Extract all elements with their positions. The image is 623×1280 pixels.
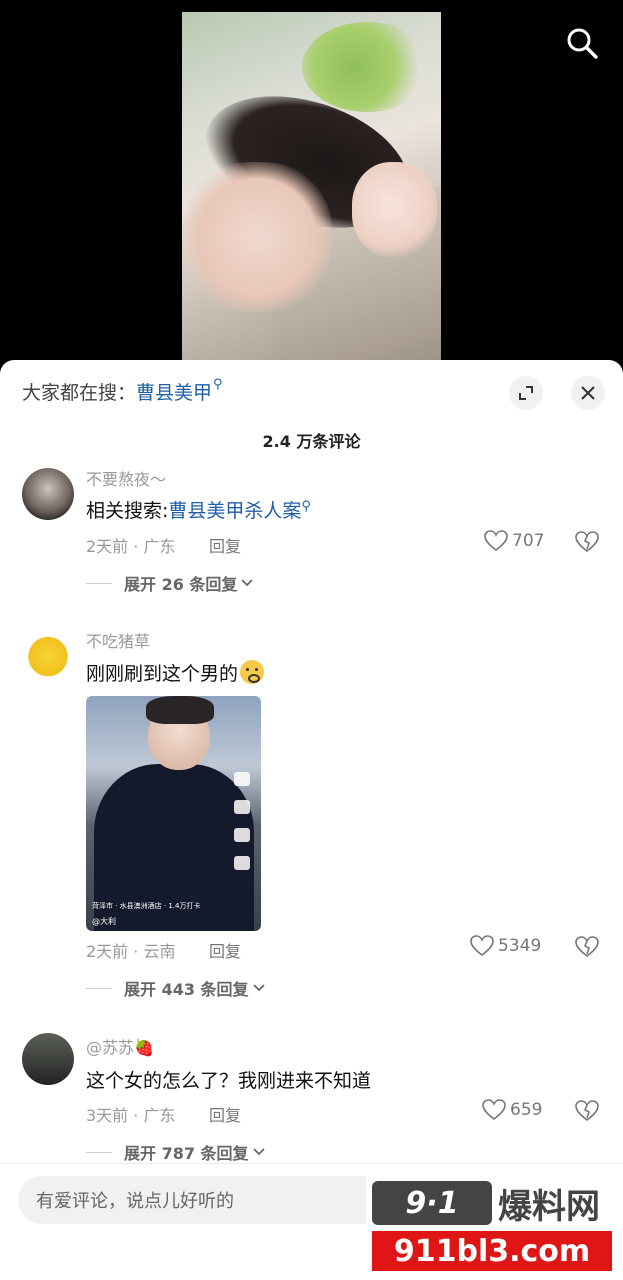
hot-search-prefix: 大家都在搜：: [22, 382, 137, 404]
hot-search-bar[interactable]: 大家都在搜： 曹县美甲 ⚲: [22, 377, 223, 405]
expand-replies-label: 展开 443 条回复: [124, 980, 249, 999]
chevron-down-icon: [241, 579, 254, 587]
heart-icon: [484, 530, 508, 552]
comment-text: 相关搜索:曹县美甲杀人案⚲: [86, 496, 311, 523]
close-icon: [581, 386, 595, 400]
dislike-icon[interactable]: [575, 936, 599, 958]
comment-text-body: 刚刚刷到这个男的: [86, 663, 239, 685]
hot-search-mark-icon: ⚲: [213, 377, 223, 392]
comment-username[interactable]: @苏苏🍓: [86, 1034, 154, 1058]
comment-text: 刚刚刷到这个男的: [86, 659, 265, 686]
divider-line: [86, 1151, 112, 1153]
video-frame[interactable]: [182, 12, 441, 360]
expand-icon: [519, 386, 533, 400]
thumb-location: 菏泽市 · 水县澳洲酒店 · 1.4万打卡: [92, 902, 201, 910]
search-mark-icon: ⚲: [301, 499, 311, 514]
video-figure: [182, 162, 332, 312]
dislike-icon[interactable]: [575, 531, 599, 553]
watermark-logo: 9·1 爆料网 911bl3.com: [366, 1173, 618, 1277]
expand-replies-label: 展开 787 条回复: [124, 1144, 249, 1163]
thumb-side-actions: [231, 772, 253, 870]
comment-count: 2.4 万条评论: [262, 432, 361, 451]
watermark-top: 9·1 爆料网: [372, 1179, 612, 1227]
watermark-word: 爆料网: [498, 1186, 600, 1227]
divider-line: [86, 582, 112, 584]
heart-icon: [482, 1099, 506, 1121]
expand-replies-button[interactable]: 展开 26 条回复: [86, 571, 254, 595]
video-face: [352, 162, 437, 257]
comment-text-prefix: 相关搜索:: [86, 500, 169, 522]
expand-replies-button[interactable]: 展开 787 条回复: [86, 1140, 265, 1164]
like-button[interactable]: 659: [482, 1099, 542, 1121]
like-count: 659: [510, 1100, 543, 1120]
expand-sheet-button[interactable]: [509, 376, 543, 410]
reply-button[interactable]: 回复: [209, 533, 241, 557]
thumb-handle: @大利: [92, 917, 116, 926]
video-tree: [302, 22, 432, 112]
video-thumbnail[interactable]: 菏泽市 · 水县澳洲酒店 · 1.4万打卡 @大利: [86, 696, 261, 931]
comment-text: 这个女的怎么了？我刚进来不知道: [86, 1070, 372, 1092]
heart-icon: [470, 935, 494, 957]
emoji-icon: [240, 660, 265, 684]
comment-username[interactable]: 不吃猪草: [86, 628, 150, 652]
dislike-icon[interactable]: [575, 1100, 599, 1122]
expand-replies-label: 展开 26 条回复: [124, 575, 238, 594]
like-button[interactable]: 5349: [470, 935, 541, 957]
chevron-down-icon: [252, 1148, 265, 1156]
watermark-box: 9·1: [372, 1181, 492, 1225]
avatar[interactable]: [22, 1033, 74, 1085]
like-count: 707: [512, 531, 545, 551]
comment-username[interactable]: 不要熬夜～: [86, 466, 166, 490]
like-count: 5349: [498, 936, 542, 956]
video-player[interactable]: [0, 0, 623, 375]
like-button[interactable]: 707: [484, 530, 544, 552]
search-icon[interactable]: [565, 26, 599, 60]
divider-line: [86, 987, 112, 989]
comment-meta: 2天前 · 云南: [86, 942, 176, 961]
comment-meta: 2天前 · 广东: [86, 537, 176, 556]
reply-button[interactable]: 回复: [209, 938, 241, 962]
chevron-down-icon: [252, 984, 265, 992]
watermark-url: 911bl3.com: [372, 1231, 612, 1271]
thumb-hair: [146, 696, 214, 724]
comment-sheet: 大家都在搜： 曹县美甲 ⚲ 2.4 万条评论 不要熬夜～ 相关搜索:曹县美甲杀人…: [0, 360, 623, 1280]
avatar[interactable]: [22, 468, 74, 520]
close-button[interactable]: [571, 376, 605, 410]
comment-meta: 3天前 · 广东: [86, 1106, 176, 1125]
expand-replies-button[interactable]: 展开 443 条回复: [86, 976, 265, 1000]
related-search-link[interactable]: 曹县美甲杀人案: [168, 500, 301, 522]
hot-search-keyword[interactable]: 曹县美甲: [136, 378, 212, 405]
avatar[interactable]: [22, 628, 74, 680]
reply-button[interactable]: 回复: [209, 1102, 241, 1126]
